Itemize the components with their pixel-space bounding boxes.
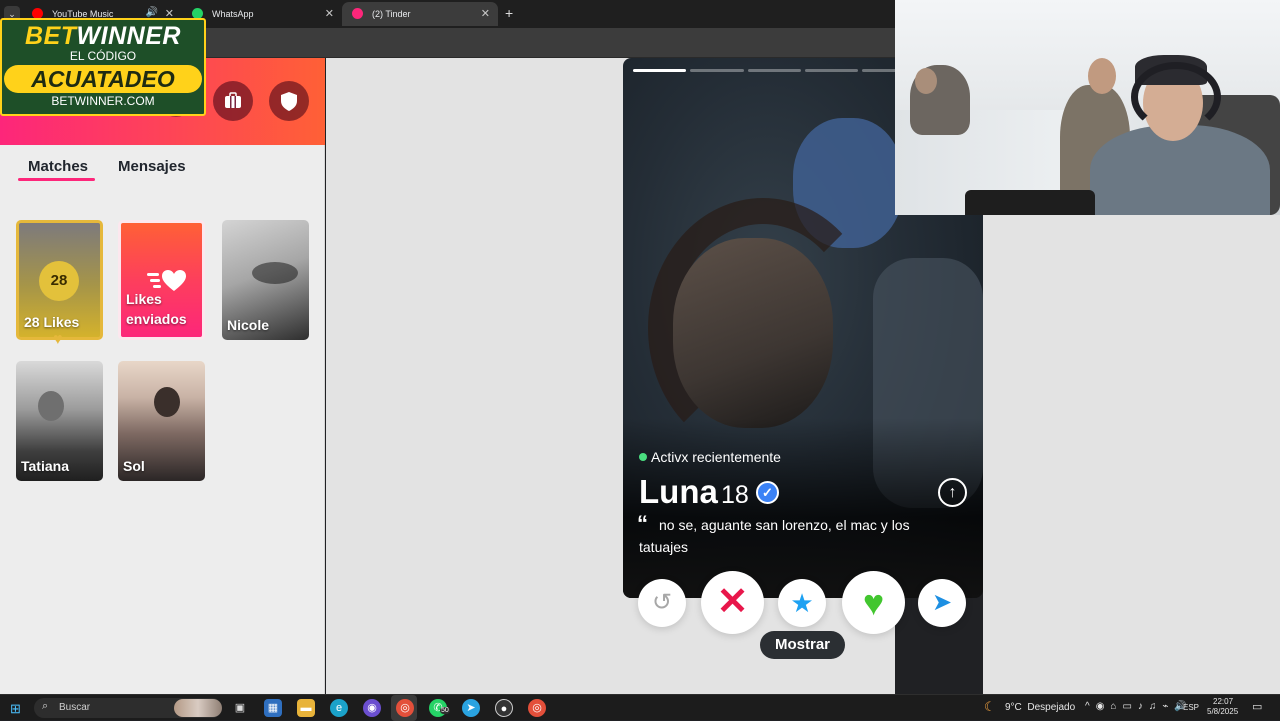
edge-icon[interactable]: e (330, 699, 348, 717)
chrome-icon[interactable]: ◎ (528, 699, 546, 717)
clock-time[interactable]: 22:07 (1213, 697, 1233, 706)
weather-icon[interactable]: ☾ (984, 699, 996, 715)
rewind-button[interactable]: ↺ (638, 579, 686, 627)
tab-whatsapp[interactable]: WhatsApp ✕ (182, 2, 342, 26)
likes-card[interactable]: 28 28 Likes ♥ (16, 220, 103, 348)
task-view-icon[interactable]: ▣ (231, 699, 249, 717)
profile-bio: no se, aguante san lorenzo, el mac y los… (639, 517, 910, 555)
tab-mensajes[interactable]: Mensajes (118, 158, 186, 175)
promo-code: ACUATADEO (4, 65, 202, 93)
telegram-icon[interactable]: ➤ (462, 699, 480, 717)
close-tab-icon[interactable]: ✕ (325, 7, 334, 20)
likes-count-badge: 28 (39, 261, 79, 301)
tab-label: (2) Tinder (372, 9, 411, 19)
windows-start-icon[interactable]: ⊞ (10, 701, 21, 717)
webcam-person (1088, 58, 1116, 94)
system-tray-icons[interactable]: ^◉⌂▭♪♫⌁🔊 (1085, 701, 1193, 712)
clock-date[interactable]: 5/8/2025 (1207, 707, 1238, 716)
taskbar-search-placeholder: Buscar (59, 702, 91, 713)
expand-profile-button[interactable]: ↑ (938, 478, 967, 507)
likes-sent-card[interactable]: Likes enviados (118, 220, 205, 340)
briefcase-icon[interactable] (213, 81, 253, 121)
swipe-area-background (983, 215, 1280, 694)
search-icon: ⌕ (42, 700, 49, 712)
verified-badge-icon: ✓ (756, 481, 779, 504)
profile-name: Luna (639, 473, 718, 510)
profile-age: 18 (721, 481, 749, 509)
active-tab-indicator (18, 178, 95, 181)
match-name: Tatiana (21, 458, 69, 474)
windows-taskbar: ⊞ ⌕ Buscar ▣ ▦ ▬ e ◉ ◎ ✆ 50 ➤ ● ◎ ☾ 9°C … (0, 694, 1280, 721)
online-status-dot (639, 453, 647, 461)
match-photo (154, 387, 180, 417)
match-card[interactable]: Sol (118, 361, 205, 481)
speaker-icon[interactable]: 🔊 (146, 7, 158, 18)
notification-icon[interactable]: ▭ (1252, 700, 1262, 713)
language-indicator[interactable]: ESP (1183, 703, 1199, 712)
match-card[interactable]: Nicole (222, 220, 309, 340)
sponsor-site: BETWINNER.COM (51, 94, 155, 108)
like-button[interactable]: ♥ (842, 571, 905, 634)
obs-icon[interactable]: ● (495, 699, 513, 717)
new-tab-button[interactable]: + (505, 5, 513, 21)
tab-label: WhatsApp (212, 9, 254, 19)
match-name: Nicole (227, 317, 270, 333)
match-photo (252, 262, 298, 284)
nope-button[interactable]: ✕ (701, 571, 764, 634)
photo-progress-segment[interactable] (633, 69, 687, 72)
super-like-button[interactable]: ★ (778, 579, 826, 627)
tab-tinder[interactable]: (2) Tinder ✕ (342, 2, 498, 26)
gold-heart-icon: ♥ (53, 331, 63, 348)
match-card[interactable]: Tatiana (16, 361, 103, 481)
photo-progress-segment[interactable] (805, 69, 859, 72)
file-explorer-icon[interactable]: ▬ (297, 699, 315, 717)
discord-icon[interactable]: ◉ (363, 699, 381, 717)
weather-text[interactable]: 9°C Despejado (1005, 702, 1075, 713)
webcam-desk (965, 190, 1095, 215)
shield-icon[interactable] (269, 81, 309, 121)
chrome-icon[interactable]: ◎ (396, 699, 414, 717)
whatsapp-badge: 50 (440, 707, 450, 714)
match-name: Sol (123, 458, 145, 474)
likes-label: 28 Likes (24, 314, 80, 330)
sponsor-logo: BETWINNER (25, 22, 181, 50)
headset-icon (1131, 62, 1221, 132)
photo-progress-segment[interactable] (747, 69, 801, 72)
likes-sent-label: Likes enviados (126, 291, 187, 327)
profile-photo (673, 238, 833, 428)
match-photo (38, 391, 64, 421)
sponsor-banner: BETWINNER EL CÓDIGO ACUATADEO BETWINNER.… (0, 18, 206, 116)
tab-matches[interactable]: Matches (28, 158, 88, 175)
sponsor-subtitle: EL CÓDIGO (69, 49, 137, 63)
matches-sidebar: Matches Mensajes 28 28 Likes ♥ Likes env… (0, 58, 325, 694)
close-tab-icon[interactable]: ✕ (481, 7, 490, 20)
photo-progress-segment[interactable] (690, 69, 744, 72)
show-button[interactable]: Mostrar (760, 631, 845, 659)
search-highlight-image (174, 699, 222, 717)
webcam-overlay (895, 0, 1280, 215)
activity-status: Activx recientemente (651, 449, 781, 465)
boost-button[interactable]: ➤ (918, 579, 966, 627)
microsoft-store-icon[interactable]: ▦ (264, 699, 282, 717)
tinder-icon (352, 8, 363, 19)
webcam-person (915, 68, 937, 94)
